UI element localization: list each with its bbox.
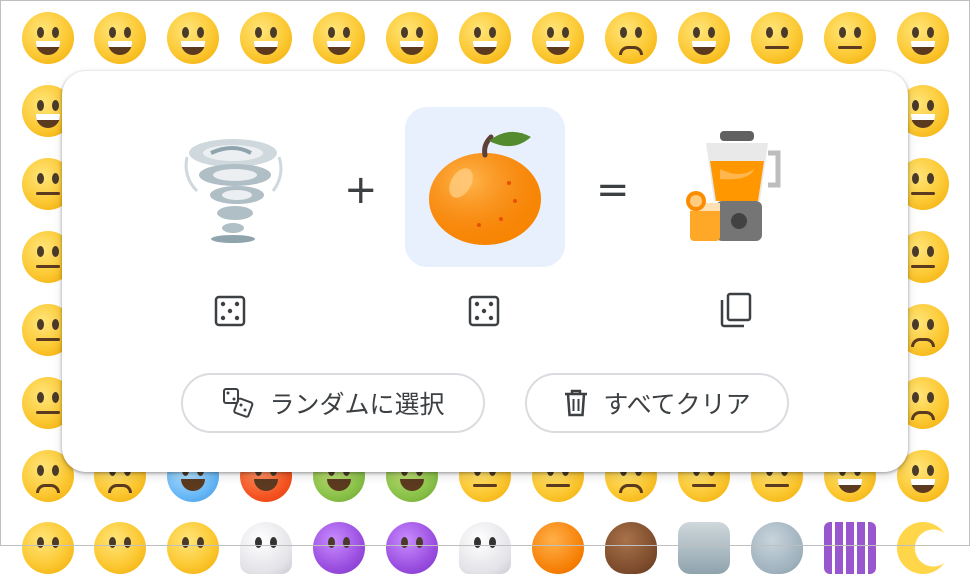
space-invader-emoji[interactable]: [822, 520, 878, 576]
random-select-label: ランダムに選択: [269, 390, 445, 419]
right-emoji-slot[interactable]: [405, 107, 565, 267]
grin-emoji[interactable]: [238, 10, 294, 66]
clear-all-button[interactable]: すべてクリア: [525, 373, 789, 433]
equals-sign: =: [596, 167, 630, 213]
joy-emoji[interactable]: [457, 10, 513, 66]
disguised-face-emoji[interactable]: [165, 520, 221, 576]
kissing-smiling-eyes-emoji[interactable]: [822, 10, 878, 66]
crescent-moon-emoji[interactable]: [895, 520, 951, 576]
alien-emoji[interactable]: [749, 520, 805, 576]
blender-juice-icon: [686, 131, 781, 241]
ghost-emoji[interactable]: [457, 520, 513, 576]
blush-emoji[interactable]: [895, 10, 951, 66]
smiley-face-emoji[interactable]: [92, 10, 148, 66]
tornado-icon: [184, 139, 283, 243]
clown-face-emoji[interactable]: [238, 520, 294, 576]
grinning-face-emoji[interactable]: [20, 10, 76, 66]
sweat-smile-emoji[interactable]: [384, 10, 440, 66]
wink-emoji[interactable]: [676, 10, 732, 66]
robot-emoji[interactable]: [676, 520, 732, 576]
smiling-imp-emoji[interactable]: [311, 520, 367, 576]
shuffle-dice-icon: [223, 388, 254, 418]
trash-icon: [565, 389, 588, 417]
tangerine-icon: [429, 131, 541, 245]
dice-icon[interactable]: [467, 294, 501, 328]
laughing-emoji[interactable]: [311, 10, 367, 66]
kissing-emoji[interactable]: [749, 10, 805, 66]
imp-emoji[interactable]: [384, 520, 440, 576]
rofl-emoji[interactable]: [530, 10, 586, 66]
emoji-kitchen-card: + = ランダムに選択 すべてクリア: [62, 71, 908, 472]
random-select-button[interactable]: ランダムに選択: [181, 373, 485, 433]
nerd-face-emoji[interactable]: [20, 520, 76, 576]
plus-sign: +: [344, 167, 378, 213]
copy-icon[interactable]: [718, 292, 752, 328]
sob-emoji[interactable]: [603, 10, 659, 66]
smile-emoji[interactable]: [165, 10, 221, 66]
result-emoji-slot[interactable]: [656, 107, 816, 267]
left-emoji-slot[interactable]: [153, 107, 313, 267]
sunglasses-face-emoji[interactable]: [92, 520, 148, 576]
jack-o-lantern-emoji[interactable]: [530, 520, 586, 576]
clear-all-label: すべてクリア: [603, 390, 751, 419]
dice-icon[interactable]: [213, 294, 247, 328]
poop-emoji[interactable]: [603, 520, 659, 576]
